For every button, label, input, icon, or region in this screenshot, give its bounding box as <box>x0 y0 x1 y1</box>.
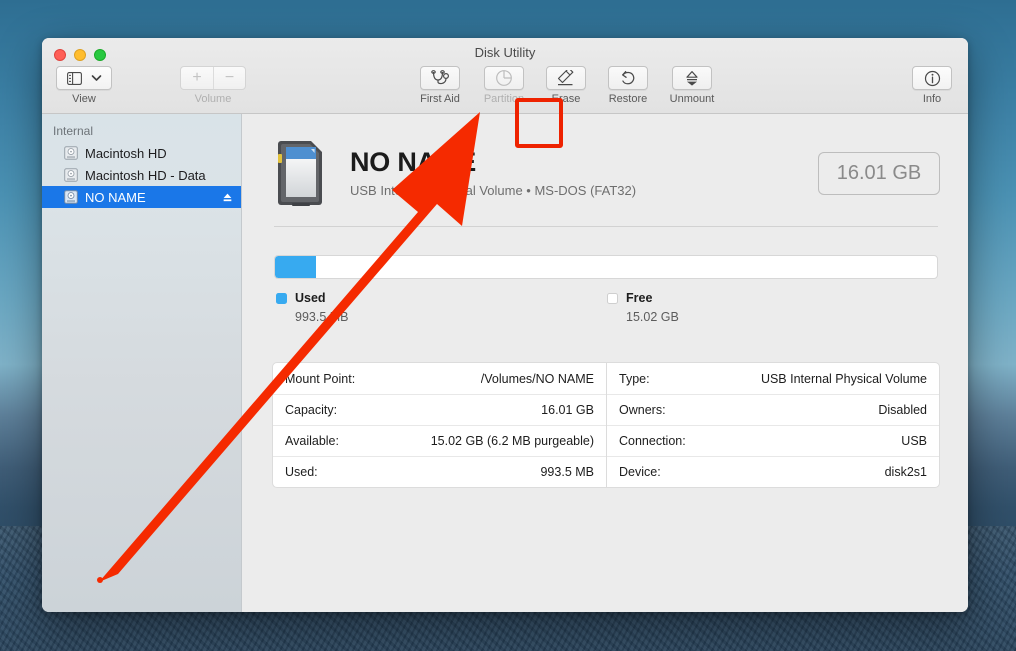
desktop-background: Disk Utility View + − Volume First Aid P… <box>0 0 1016 651</box>
table-row: Device: disk2s1 <box>607 456 939 487</box>
detail-value: USB <box>901 434 927 448</box>
unmount-label: Unmount <box>669 93 715 105</box>
toolbar-actions: First Aid Partition Erase Restore Unmoun… <box>412 66 720 105</box>
detail-key: Owners: <box>619 403 666 417</box>
detail-key: Used: <box>285 465 318 479</box>
restore-action[interactable]: Restore <box>600 66 656 105</box>
detail-key: Available: <box>285 434 339 448</box>
restore-label: Restore <box>608 93 648 105</box>
restore-button[interactable] <box>608 66 648 90</box>
detail-value: /Volumes/NO NAME <box>480 371 594 386</box>
legend-value-used: 993.5 MB <box>295 310 349 324</box>
remove-volume-button[interactable]: − <box>213 67 245 89</box>
sidebar-item-label: NO NAME <box>85 189 146 205</box>
main-pane: NO NAME USB Internal Physical Volume • M… <box>242 114 968 612</box>
detail-value: Disabled <box>878 403 927 417</box>
unmount-action[interactable]: Unmount <box>664 66 720 105</box>
usage-legend: Used 993.5 MB Free 15.02 GB <box>274 291 938 324</box>
sidebar-layout-icon <box>66 71 82 85</box>
stethoscope-icon <box>431 70 450 85</box>
legend-label-free: Free <box>626 291 653 305</box>
volume-details-table: Mount Point: /Volumes/NO NAME Capacity: … <box>272 362 940 488</box>
volume-subtitle: USB Internal Physical Volume • MS-DOS (F… <box>350 182 637 198</box>
table-row: Available: 15.02 GB (6.2 MB purgeable) <box>273 425 606 456</box>
detail-value: USB Internal Physical Volume <box>760 371 927 386</box>
usage-bar-used-segment <box>275 256 317 278</box>
details-column-right: Type: USB Internal Physical Volume Owner… <box>606 363 939 487</box>
hard-disk-icon <box>64 190 78 204</box>
sd-card-icon <box>278 141 322 206</box>
disk-utility-window: Disk Utility View + − Volume First Aid P… <box>42 38 968 612</box>
details-column-left: Mount Point: /Volumes/NO NAME Capacity: … <box>273 363 606 487</box>
eject-icon[interactable] <box>222 192 233 203</box>
detail-key: Type: <box>619 371 650 386</box>
first-aid-label: First Aid <box>420 93 460 105</box>
partition-action: Partition <box>476 66 532 105</box>
usage-bar <box>274 255 938 279</box>
table-row: Connection: USB <box>607 425 939 456</box>
first-aid-button[interactable] <box>420 66 460 90</box>
detail-value: disk2s1 <box>884 465 927 479</box>
undo-arrow-icon <box>621 70 635 84</box>
view-label: View <box>72 93 96 105</box>
window-title: Disk Utility <box>474 45 536 60</box>
info-control-group: Info <box>912 66 952 105</box>
window-titlebar: Disk Utility View + − Volume First Aid P… <box>42 38 968 148</box>
window-body: Internal Macintosh HD Macintosh HD - Dat… <box>42 114 968 612</box>
sidebar-item-label: Macintosh HD <box>85 145 167 161</box>
legend-item-used: Used 993.5 MB <box>276 291 607 324</box>
info-button[interactable] <box>912 66 952 90</box>
partition-label: Partition <box>483 93 525 105</box>
pie-chart-icon <box>496 70 512 86</box>
detail-value: 993.5 MB <box>540 465 594 479</box>
legend-label-used: Used <box>295 291 326 305</box>
add-volume-button[interactable]: + <box>181 67 213 89</box>
legend-value-free: 15.02 GB <box>626 310 679 324</box>
table-row: Used: 993.5 MB <box>273 456 606 487</box>
view-button[interactable] <box>56 66 112 90</box>
table-row: Type: USB Internal Physical Volume <box>607 363 939 394</box>
legend-swatch-used <box>276 292 287 304</box>
capacity-badge: 16.01 GB <box>818 151 940 195</box>
table-row: Mount Point: /Volumes/NO NAME <box>273 363 606 394</box>
volume-label: Volume <box>194 93 232 105</box>
volume-header: NO NAME USB Internal Physical Volume • M… <box>272 128 940 220</box>
detail-value: 16.01 GB <box>541 403 594 417</box>
sidebar-item-macintosh-hd[interactable]: Macintosh HD <box>42 142 241 164</box>
eject-icon <box>686 70 698 86</box>
detail-key: Connection: <box>619 434 686 448</box>
volume-control-group: + − Volume <box>180 66 246 105</box>
volume-title-block: NO NAME USB Internal Physical Volume • M… <box>350 147 818 198</box>
usage-section: Used 993.5 MB Free 15.02 GB <box>272 227 940 324</box>
volume-segmented-control: + − <box>180 66 246 90</box>
chevron-down-icon <box>91 75 101 81</box>
erase-button[interactable] <box>546 66 586 90</box>
hard-disk-icon <box>64 146 78 160</box>
volume-name: NO NAME <box>350 147 477 178</box>
view-control-group: View <box>56 66 112 105</box>
partition-button <box>484 66 524 90</box>
legend-item-free: Free 15.02 GB <box>607 291 938 324</box>
erase-action[interactable]: Erase <box>540 66 592 105</box>
table-row: Capacity: 16.01 GB <box>273 394 606 425</box>
info-label: Info <box>922 93 942 105</box>
detail-key: Capacity: <box>285 403 338 417</box>
erase-pencil-icon <box>557 70 574 86</box>
unmount-button[interactable] <box>672 66 712 90</box>
detail-key: Mount Point: <box>285 371 356 386</box>
first-aid-action[interactable]: First Aid <box>412 66 468 105</box>
erase-label: Erase <box>551 93 581 105</box>
sidebar-item-label: Macintosh HD - Data <box>85 167 206 183</box>
info-circle-icon <box>924 70 940 86</box>
detail-key: Device: <box>619 465 661 479</box>
sidebar: Internal Macintosh HD Macintosh HD - Dat… <box>42 114 242 612</box>
legend-swatch-free <box>607 292 618 304</box>
sidebar-item-macintosh-hd-data[interactable]: Macintosh HD - Data <box>42 164 241 186</box>
hard-disk-icon <box>64 168 78 182</box>
sidebar-section-internal: Internal <box>53 124 94 138</box>
sidebar-item-no-name[interactable]: NO NAME <box>42 186 241 208</box>
table-row: Owners: Disabled <box>607 394 939 425</box>
detail-value: 15.02 GB (6.2 MB purgeable) <box>430 434 594 448</box>
